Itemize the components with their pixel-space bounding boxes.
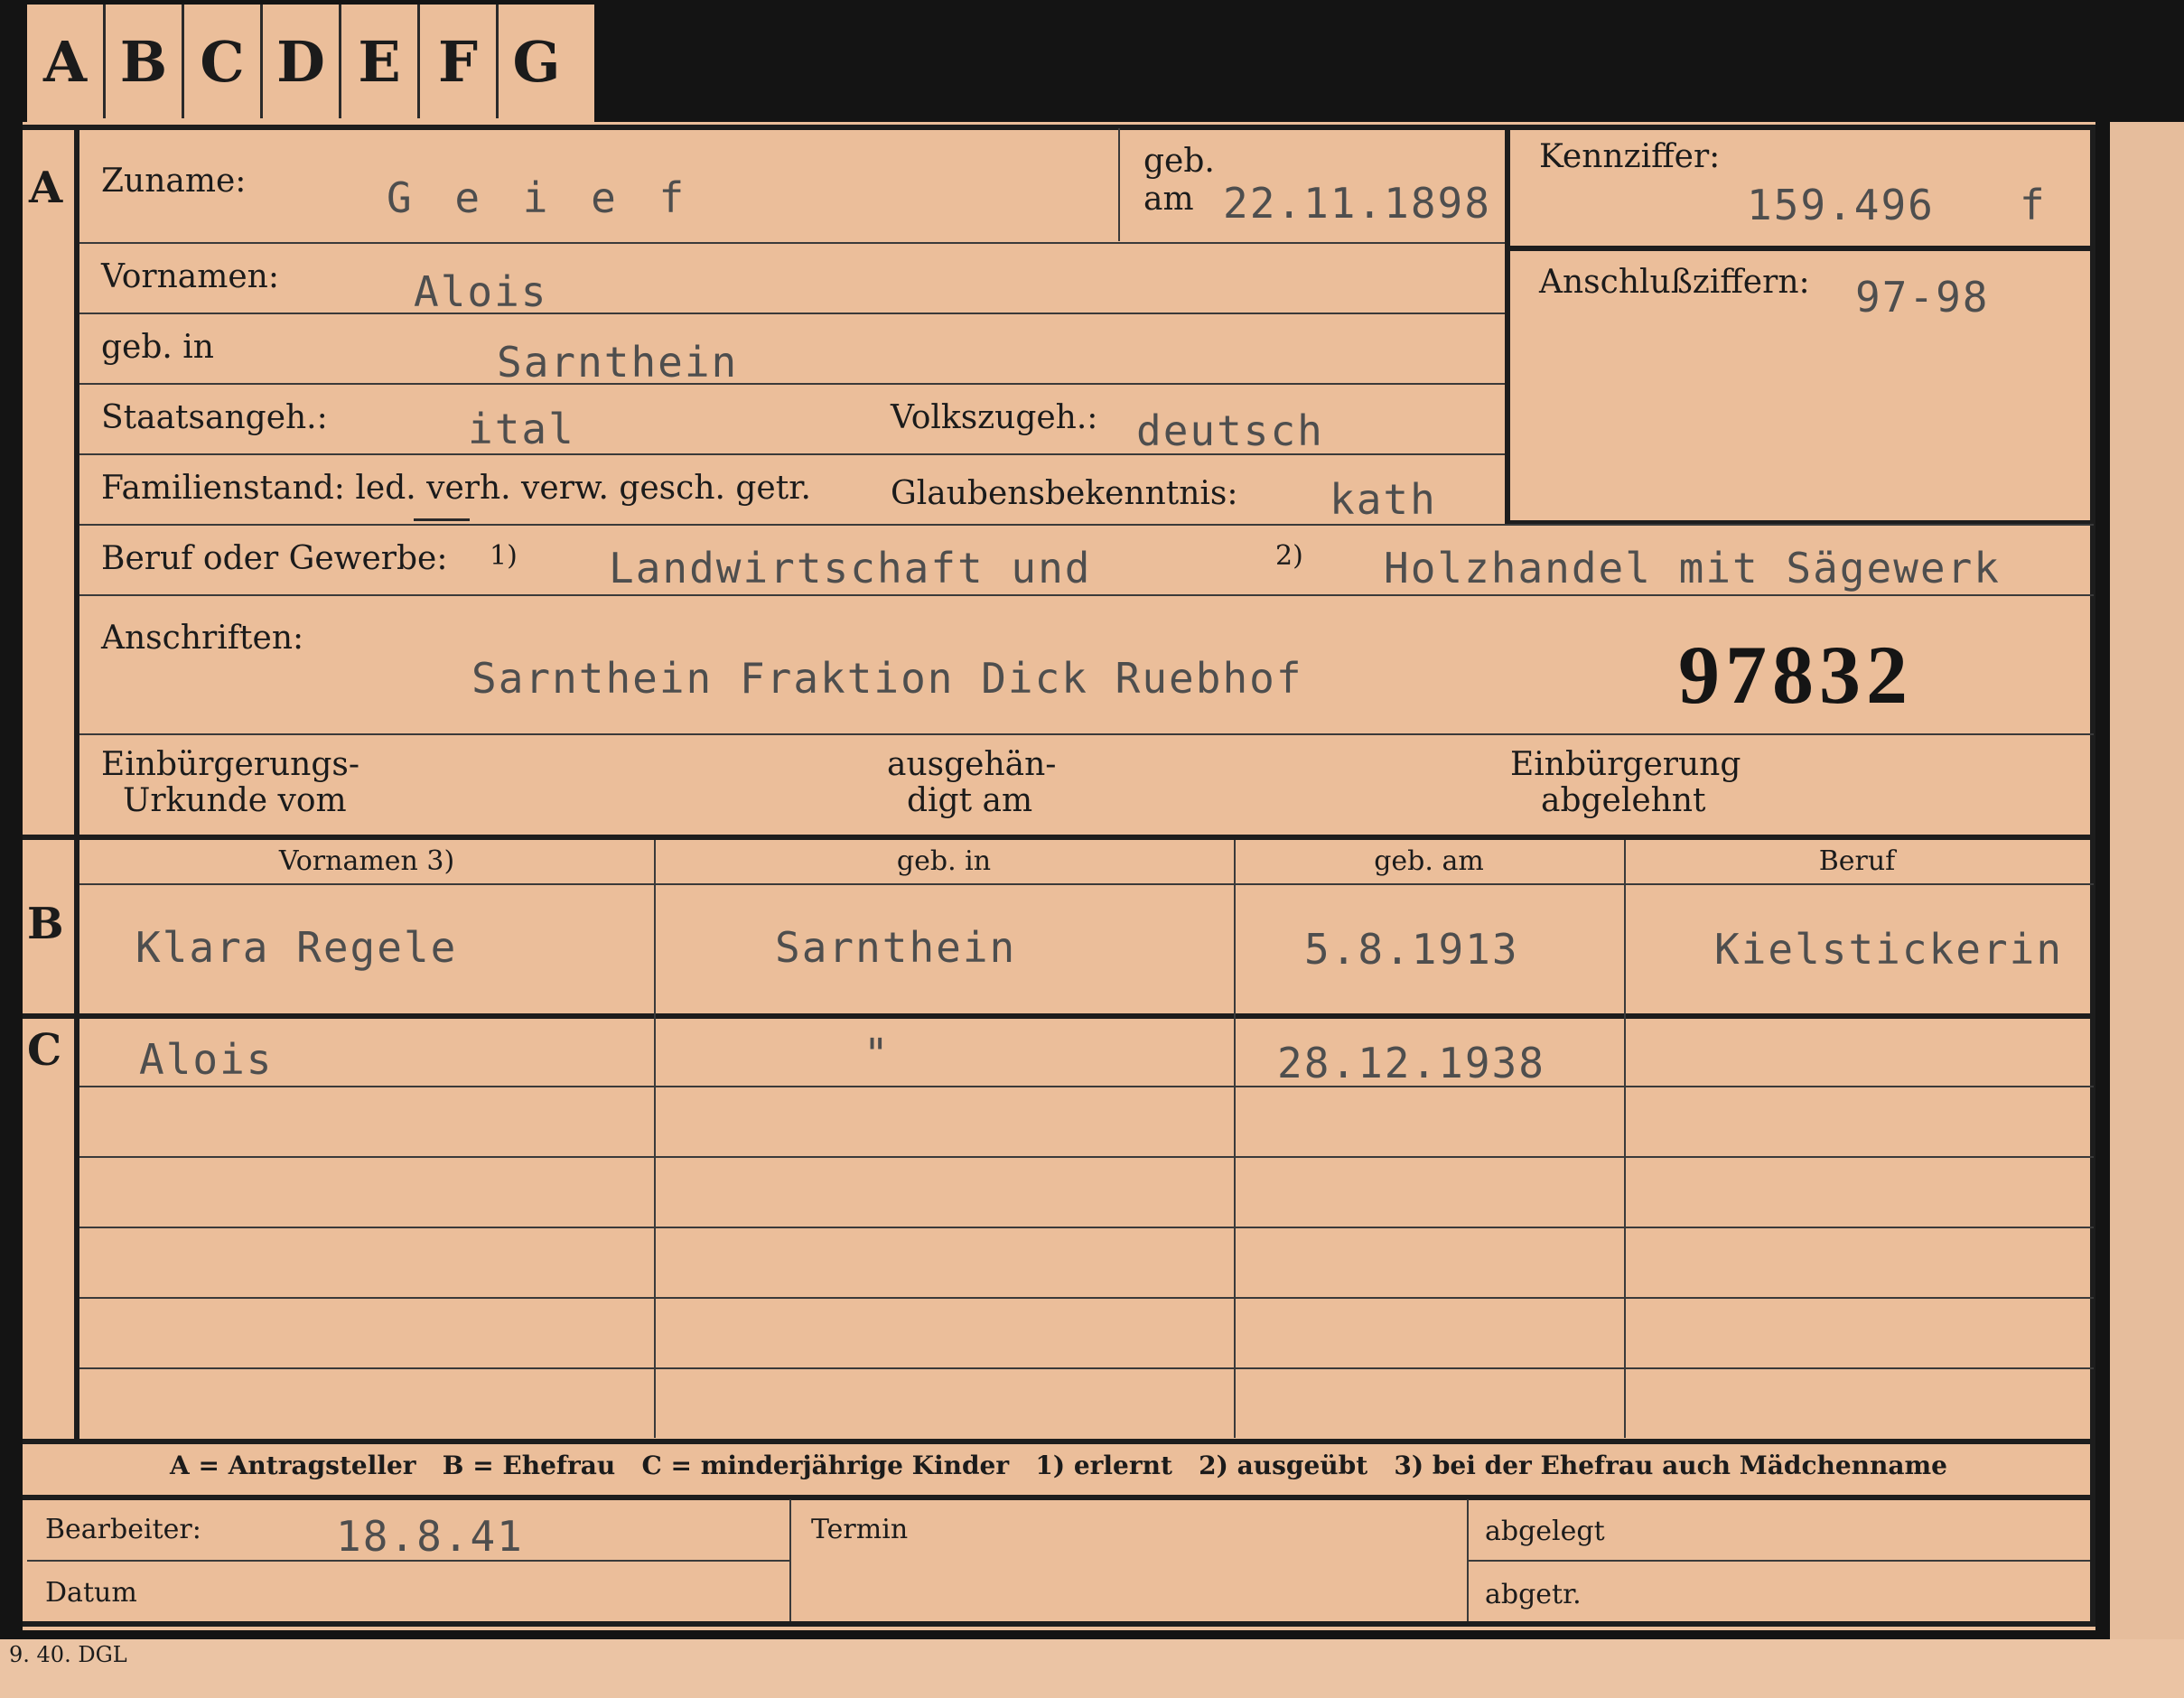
occupation-value-2: Holzhandel mit Sägewerk	[1384, 544, 2001, 592]
table-row-line	[79, 1156, 2094, 1158]
child-birthplace: "	[863, 1030, 891, 1078]
table-row-line	[79, 1086, 2094, 1087]
section-marker-c: C	[27, 1025, 62, 1076]
section-c-bottom	[23, 1439, 2095, 1444]
address-label: Anschriften:	[101, 620, 304, 657]
occupation-footnote-2: 2)	[1275, 540, 1303, 572]
naturalization-doc-label-1: Einbürgerungs-	[101, 746, 360, 783]
spouse-first-names: Klara Regele	[135, 923, 458, 972]
clerk-label: Bearbeiter:	[45, 1514, 201, 1545]
spouse-birthplace: Sarnthein	[775, 923, 1017, 972]
section-marker-b: B	[27, 899, 64, 949]
stamp-number: 97832	[1678, 629, 1913, 721]
clerk-value: 18.8.41	[336, 1512, 524, 1561]
row-line	[79, 594, 2094, 596]
card-edge	[2110, 122, 2184, 1698]
child-first-names: Alois	[139, 1035, 274, 1084]
birthdate-separator	[1118, 128, 1120, 241]
ethnicity-label: Volkszugeh.:	[891, 399, 1098, 436]
print-code: 9. 40. DGL	[9, 1642, 127, 1667]
tab-g[interactable]: G	[499, 5, 574, 118]
spouse-occupation: Kielstickerin	[1714, 925, 2064, 974]
row-line	[79, 733, 2094, 735]
legend-bottom	[23, 1495, 2095, 1500]
child-birth-date: 28.12.1938	[1277, 1039, 1545, 1087]
naturalization-doc-label-2: Urkunde vom	[123, 782, 347, 819]
section-a-bottom	[23, 835, 2095, 840]
birth-date-value: 22.11.1898	[1223, 179, 1491, 228]
tab-b[interactable]: B	[106, 5, 184, 118]
handed-over-label-2: digt am	[907, 782, 1033, 819]
row-line	[79, 524, 2094, 526]
naturalization-refused-label-1: Einbürgerung	[1510, 746, 1741, 783]
card-right-border	[2090, 126, 2095, 1621]
table-header-occupation: Beruf	[1818, 845, 1896, 877]
id-box-separator	[1505, 128, 1510, 526]
table-header-line	[79, 883, 2094, 885]
filed-label: abgelegt	[1485, 1516, 1605, 1547]
tab-c[interactable]: C	[184, 5, 263, 118]
spouse-birth-date: 5.8.1913	[1304, 925, 1519, 974]
card-bottom-border	[23, 1621, 2095, 1627]
section-b-bottom	[23, 1013, 2095, 1019]
birth-date-label-top: geb.	[1143, 143, 1215, 180]
occupation-footnote-1: 1)	[490, 540, 518, 572]
tab-f[interactable]: F	[420, 5, 499, 118]
section-divider-line	[74, 126, 79, 1441]
row-line	[79, 383, 1505, 385]
id-box-divider	[1508, 246, 2094, 251]
section-marker-a: A	[29, 163, 63, 213]
table-row-line	[79, 1227, 2094, 1228]
col-line	[654, 840, 656, 1438]
ethnicity-value: deutsch	[1136, 406, 1324, 455]
citizenship-label: Staatsangeh.:	[101, 399, 328, 436]
tab-e[interactable]: E	[341, 5, 420, 118]
card-top-border	[23, 125, 2095, 130]
tab-a[interactable]: A	[27, 5, 106, 118]
birth-date-label-bottom: am	[1143, 181, 1194, 218]
id-number: 159.496	[1747, 181, 1935, 229]
table-header-birth-date: geb. am	[1374, 845, 1484, 877]
filed2-label: abgetr.	[1485, 1579, 1582, 1610]
handed-over-label-1: ausgehän-	[887, 746, 1057, 783]
date-label: Datum	[45, 1577, 137, 1609]
occupation-label: Beruf oder Gewerbe:	[101, 540, 448, 577]
footer-row-line	[1467, 1560, 2090, 1562]
row-line	[79, 242, 1505, 244]
card-bottom-strip	[0, 1639, 2184, 1698]
birthplace-value: Sarnthein	[497, 338, 739, 387]
index-tabs: A B C D E F G	[27, 5, 594, 126]
table-header-birthplace: geb. in	[896, 845, 992, 877]
marital-status-underline-verh	[414, 518, 470, 521]
footer-col-line	[789, 1499, 791, 1621]
legend-text: A = Antragsteller B = Ehefrau C = minder…	[170, 1451, 1947, 1480]
naturalization-refused-label-2: abgelehnt	[1541, 782, 1706, 819]
surname-label: Zuname:	[101, 163, 247, 200]
address-value: Sarnthein Fraktion Dick Ruebhof	[471, 654, 1303, 703]
religion-label: Glaubensbekenntnis:	[891, 475, 1238, 512]
table-row-line	[79, 1297, 2094, 1299]
col-line	[1624, 840, 1626, 1438]
birthplace-label: geb. in	[101, 329, 214, 366]
occupation-value-1: Landwirtschaft und	[609, 544, 1092, 592]
marital-status-label: Familienstand: led. verh. verw. gesch. g…	[101, 470, 811, 507]
first-names-value: Alois	[414, 267, 548, 316]
deadline-label: Termin	[811, 1514, 909, 1545]
surname-value: G e i e f	[387, 173, 694, 222]
row-line	[79, 313, 1505, 314]
table-row-line	[79, 1367, 2094, 1369]
link-numbers-label: Anschlußziffern:	[1539, 264, 1810, 301]
citizenship-value: ital	[468, 405, 575, 453]
id-suffix: f	[2020, 181, 2047, 229]
link-numbers-value: 97-98	[1855, 273, 1990, 322]
religion-value: kath	[1330, 475, 1437, 524]
table-header-first-names: Vornamen 3)	[278, 845, 455, 877]
first-names-label: Vornamen:	[101, 258, 279, 295]
id-label: Kennziffer:	[1539, 138, 1721, 175]
tab-d[interactable]: D	[263, 5, 341, 118]
col-line	[1234, 840, 1236, 1438]
